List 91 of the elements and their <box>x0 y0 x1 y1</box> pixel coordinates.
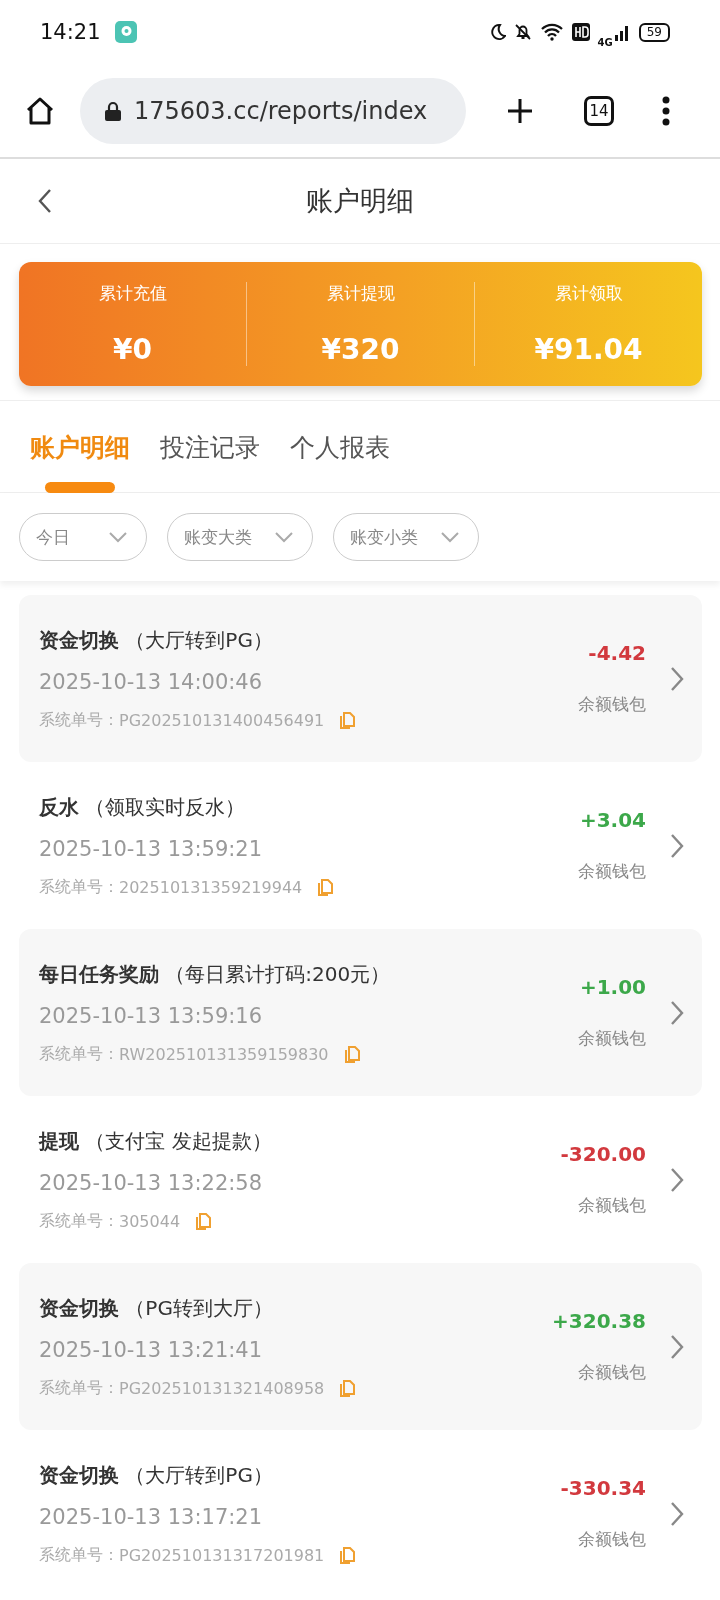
page-title: 账户明细 <box>306 184 414 218</box>
record-time: 2025-10-13 14:00:46 <box>39 669 264 694</box>
record-time: 2025-10-13 13:59:21 <box>39 836 264 861</box>
signal-icon <box>614 23 631 41</box>
wallet-label: 余额钱包 <box>578 1027 646 1050</box>
address-bar[interactable]: 175603.cc/reports/index <box>80 77 466 144</box>
copy-button[interactable] <box>340 1379 356 1397</box>
url-text: 175603.cc/reports/index <box>134 96 428 125</box>
summary-label: 累计领取 <box>554 282 623 305</box>
status-time: 14:21 <box>40 20 101 44</box>
back-icon <box>38 188 52 214</box>
copy-icon <box>340 1379 356 1397</box>
copy-button[interactable] <box>340 711 356 729</box>
wallet-label: 余额钱包 <box>578 860 646 883</box>
summary-label: 累计充值 <box>98 282 167 305</box>
record-title: 资金切换 （大厅转到PG） <box>39 1461 274 1489</box>
record-amount: +320.38 <box>552 1309 646 1333</box>
order-number: PG202510131400456491 <box>119 710 325 730</box>
chevron-right-icon <box>670 1333 684 1360</box>
active-tab-indicator <box>45 482 115 493</box>
record-row[interactable]: 每日任务奖励 （每日累计打码:200元） 2025-10-13 13:59:16 系统单号：RW202510131359159830 +1.00 余额钱包 <box>19 929 702 1096</box>
order-label: 系统单号： <box>39 1043 119 1065</box>
record-title: 反水 （领取实时反水） <box>39 793 247 821</box>
copy-button[interactable] <box>340 1546 356 1564</box>
chevron-right-icon <box>670 1500 684 1527</box>
record-row[interactable]: 资金切换 （大厅转到PG） 2025-10-13 14:00:46 系统单号：PG202510131400456491 -4.42 余额钱包 <box>19 595 702 762</box>
record-row[interactable]: 资金切换 （PG转到大厅） 2025-10-13 13:21:41 系统单号：PG202510131321408958 +320.38 余额钱包 <box>19 1263 702 1430</box>
chevron-right-icon <box>670 832 684 859</box>
record-row[interactable]: 资金切换 （大厅转到PG） 2025-10-13 13:17:21 系统单号：PG202510131317201981 -330.34 余额钱包 <box>19 1430 702 1597</box>
tab[interactable]: 个人报表 <box>290 421 390 473</box>
copy-button[interactable] <box>318 878 334 896</box>
back-button[interactable] <box>38 188 52 214</box>
summary-value: ¥0 <box>113 333 152 366</box>
record-amount: +3.04 <box>579 808 646 832</box>
summary-value: ¥91.04 <box>534 333 643 366</box>
record-amount: +1.00 <box>579 975 646 999</box>
wifi-icon <box>539 23 564 41</box>
new-tab-button[interactable] <box>506 96 534 125</box>
order-number: 202510131359219944 <box>119 877 303 897</box>
order-number: PG202510131321408958 <box>119 1378 325 1398</box>
chevron-right-icon <box>670 665 684 692</box>
record-amount: -330.34 <box>560 1476 646 1500</box>
record-title: 资金切换 （PG转到大厅） <box>39 1294 274 1322</box>
record-time: 2025-10-13 13:21:41 <box>39 1337 264 1362</box>
record-row[interactable]: 反水 （领取实时反水） 2025-10-13 13:59:21 系统单号：202510131359219944 +3.04 余额钱包 <box>19 762 702 929</box>
order-number: 305044 <box>119 1211 181 1231</box>
order-label: 系统单号： <box>39 1544 119 1566</box>
record-amount: -320.00 <box>560 1142 646 1166</box>
copy-button[interactable] <box>196 1212 212 1230</box>
order-number: PG202510131317201981 <box>119 1545 325 1565</box>
record-time: 2025-10-13 13:59:16 <box>39 1003 264 1028</box>
order-label: 系统单号： <box>39 709 119 731</box>
summary-label: 累计提现 <box>326 282 395 305</box>
chevron-down-icon <box>274 531 294 543</box>
summary-value: ¥320 <box>321 333 400 366</box>
wallet-label: 余额钱包 <box>578 1528 646 1551</box>
tab-count-button[interactable]: 14 <box>584 95 614 126</box>
record-time: 2025-10-13 13:22:58 <box>39 1170 264 1195</box>
record-time: 2025-10-13 13:17:21 <box>39 1504 264 1529</box>
record-row[interactable]: 提现 （支付宝 发起提款） 2025-10-13 13:22:58 系统单号：305044 -320.00 余额钱包 <box>19 1096 702 1263</box>
record-title: 每日任务奖励 （每日累计打码:200元） <box>39 960 392 988</box>
chevron-down-icon <box>440 531 460 543</box>
order-number: RW202510131359159830 <box>119 1044 329 1064</box>
wallet-label: 余额钱包 <box>578 1194 646 1217</box>
copy-icon <box>340 711 356 729</box>
chevron-right-icon <box>670 1166 684 1193</box>
battery-indicator: 59 <box>638 22 670 42</box>
menu-button[interactable] <box>662 95 670 126</box>
tab[interactable]: 投注记录 <box>160 421 260 473</box>
copy-icon <box>344 1045 360 1063</box>
app-notification-icon <box>114 21 137 43</box>
order-label: 系统单号： <box>39 876 119 898</box>
bell-muted-icon <box>513 23 532 41</box>
plus-icon <box>506 96 534 125</box>
record-title: 资金切换 （大厅转到PG） <box>39 626 274 654</box>
copy-icon <box>340 1546 356 1564</box>
order-label: 系统单号： <box>39 1210 119 1232</box>
record-title: 提现 （支付宝 发起提款） <box>39 1127 273 1155</box>
record-amount: -4.42 <box>588 641 646 665</box>
copy-icon <box>318 878 334 896</box>
chevron-right-icon <box>670 999 684 1026</box>
wallet-label: 余额钱包 <box>578 1361 646 1384</box>
wallet-label: 余额钱包 <box>578 693 646 716</box>
order-label: 系统单号： <box>39 1377 119 1399</box>
hd-icon <box>571 23 590 41</box>
copy-button[interactable] <box>344 1045 360 1063</box>
more-vertical-icon <box>662 95 670 126</box>
network-type: 4G <box>597 36 613 48</box>
chevron-down-icon <box>108 531 128 543</box>
lock-icon <box>104 99 122 122</box>
copy-icon <box>196 1212 212 1230</box>
